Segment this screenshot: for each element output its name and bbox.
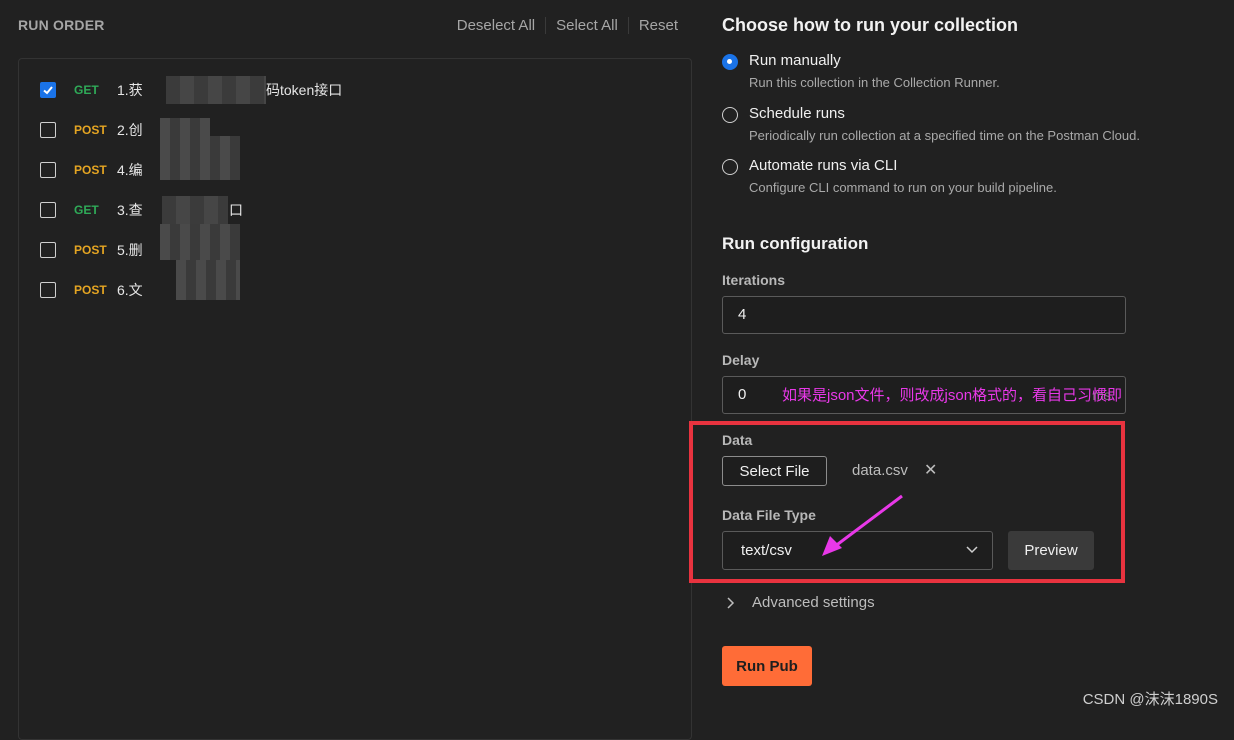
request-item[interactable]: POST 6.文: [40, 280, 143, 300]
option-description: Run this collection in the Collection Ru…: [749, 75, 1000, 90]
advanced-settings-toggle[interactable]: Advanced settings: [726, 594, 875, 611]
request-name: 5.删: [117, 242, 143, 258]
redacted-mosaic: [162, 196, 228, 224]
run-order-actions: Deselect All Select All Reset: [447, 17, 688, 34]
method-badge: POST: [74, 283, 107, 297]
redacted-mosaic: [176, 260, 240, 300]
iterations-input[interactable]: 4: [722, 296, 1126, 334]
redacted-mosaic: [160, 136, 240, 180]
option-label: Run manually: [749, 52, 841, 69]
request-name: 4.编: [117, 162, 143, 178]
deselect-all-link[interactable]: Deselect All: [447, 17, 545, 34]
data-file-type-label: Data File Type: [722, 507, 816, 523]
delay-label: Delay: [722, 352, 760, 368]
preview-button[interactable]: Preview: [1008, 531, 1094, 570]
request-item[interactable]: GET 1.获: [40, 80, 143, 100]
chevron-right-icon: [727, 596, 735, 609]
radio-selected-icon[interactable]: [722, 54, 738, 70]
run-order-panel: RUN ORDER Deselect All Select All Reset …: [0, 0, 706, 740]
watermark: CSDN @沫沫1890S: [1082, 691, 1218, 708]
iterations-label: Iterations: [722, 272, 786, 288]
option-label: Automate runs via CLI: [749, 157, 898, 174]
advanced-settings-label: Advanced settings: [752, 594, 875, 611]
request-checkbox[interactable]: [40, 162, 56, 178]
request-item[interactable]: POST 5.删: [40, 240, 143, 260]
request-item[interactable]: POST 4.编: [40, 160, 143, 180]
request-name: 2.创: [117, 122, 143, 138]
data-label: Data: [722, 432, 753, 448]
option-description: Configure CLI command to run on your bui…: [749, 180, 1057, 195]
method-badge: GET: [74, 83, 99, 97]
request-checkbox[interactable]: [40, 82, 56, 98]
method-badge: POST: [74, 163, 107, 177]
request-item[interactable]: GET 3.查: [40, 200, 143, 220]
request-checkbox[interactable]: [40, 122, 56, 138]
chevron-down-icon: [966, 546, 978, 554]
run-configuration-heading: Run configuration: [722, 234, 869, 253]
request-name: 1.获: [117, 82, 143, 98]
check-icon: [43, 86, 53, 95]
method-badge: POST: [74, 123, 107, 137]
run-order-title: RUN ORDER: [18, 17, 105, 33]
method-badge: POST: [74, 243, 107, 257]
close-icon[interactable]: ✕: [924, 460, 937, 480]
request-name: 3.查: [117, 202, 143, 218]
iterations-value: 4: [738, 306, 747, 323]
request-name: 6.文: [117, 282, 143, 298]
reset-link[interactable]: Reset: [627, 17, 688, 34]
method-badge: GET: [74, 203, 99, 217]
radio-icon[interactable]: [722, 107, 738, 123]
request-name-suffix: 口: [229, 202, 243, 218]
annotation-note: 如果是json文件，则改成json格式的，看自己习惯即: [782, 387, 1123, 404]
request-name-suffix: 码token接口: [266, 82, 343, 98]
run-config-panel: Choose how to run your collection Run ma…: [689, 0, 1234, 716]
redacted-mosaic: [160, 118, 210, 136]
annotation-arrow-icon: [822, 494, 903, 556]
request-checkbox[interactable]: [40, 202, 56, 218]
radio-icon[interactable]: [722, 159, 738, 175]
run-button[interactable]: Run Pub: [722, 646, 812, 686]
data-file-type-value: text/csv: [741, 542, 792, 559]
redacted-mosaic: [166, 76, 266, 104]
select-file-button[interactable]: Select File: [722, 456, 827, 486]
request-checkbox[interactable]: [40, 282, 56, 298]
option-description: Periodically run collection at a specifi…: [749, 128, 1140, 143]
request-item[interactable]: POST 2.创: [40, 120, 143, 140]
select-all-link[interactable]: Select All: [545, 17, 628, 34]
request-checkbox[interactable]: [40, 242, 56, 258]
option-label: Schedule runs: [749, 105, 845, 122]
redacted-mosaic: [160, 224, 240, 260]
file-name: data.csv: [852, 462, 908, 479]
delay-value: 0: [738, 386, 747, 403]
run-mode-heading: Choose how to run your collection: [722, 15, 1019, 35]
